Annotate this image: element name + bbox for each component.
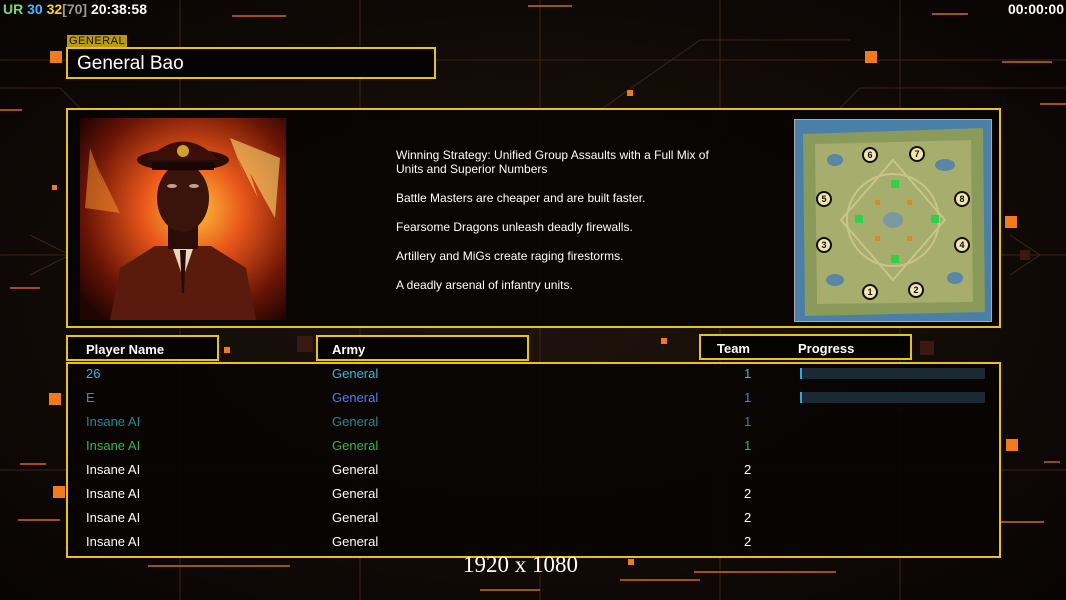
player-row: Insane AI General 2 <box>68 508 999 532</box>
player-army: General <box>332 462 379 477</box>
player-row: Insane AI General 1 <box>68 412 999 436</box>
player-army: General <box>332 486 379 501</box>
progress-fill <box>800 368 802 379</box>
start-label-8: 8 <box>959 194 964 204</box>
strategy-line: Fearsome Dragons unleash deadly firewall… <box>396 220 633 234</box>
hud-stat-30: 30 <box>23 1 43 17</box>
map-preview: 1 2 3 4 5 6 7 8 <box>794 119 992 322</box>
player-row: Insane AI General 1 <box>68 436 999 460</box>
start-label-4: 4 <box>959 240 964 250</box>
player-name: Insane AI <box>86 510 141 525</box>
start-label-2: 2 <box>913 285 918 295</box>
player-team: 1 <box>744 438 752 453</box>
header-player-name: Player Name <box>66 335 219 361</box>
general-info-panel: Winning Strategy: Unified Group Assaults… <box>66 108 1001 328</box>
hud-stat-70: [70] <box>62 1 88 17</box>
player-name: Insane AI <box>86 462 141 477</box>
hud-stats: UR 30 32[70] 20:38:58 <box>3 1 147 17</box>
start-label-1: 1 <box>867 287 872 297</box>
player-army: General <box>332 390 379 405</box>
resolution-label: 1920 x 1080 <box>463 552 578 577</box>
player-army: General <box>332 414 379 429</box>
progress-bar <box>800 392 985 403</box>
start-label-3: 3 <box>821 240 826 250</box>
progress-fill <box>800 392 802 403</box>
hud-stat-32: 32 <box>42 1 63 17</box>
header-progress-label: Progress <box>798 341 855 356</box>
header-player-name-label: Player Name <box>86 342 165 357</box>
strategy-line: Winning Strategy: Unified Group Assaults… <box>396 148 709 176</box>
strategy-line: Battle Masters are cheaper and are built… <box>396 191 646 205</box>
player-roster: 26 General 1 E General 1 Insane AI General 1 Insa… <box>66 362 1001 558</box>
player-row: 26 General 1 <box>68 364 999 388</box>
player-row: E General 1 <box>68 388 999 412</box>
strategy-description: Winning Strategy: Unified Group Assaults… <box>396 148 716 307</box>
strategy-line: A deadly arsenal of infantry units. <box>396 278 573 292</box>
progress-bar <box>800 368 985 379</box>
player-team: 2 <box>744 510 752 525</box>
header-team-label: Team <box>717 341 750 356</box>
player-row: Insane AI General 2 <box>68 484 999 508</box>
general-portrait <box>80 118 286 320</box>
player-team: 1 <box>744 390 752 405</box>
player-name: 26 <box>86 366 101 381</box>
player-team: 1 <box>744 366 752 381</box>
header-team-progress: Team Progress <box>699 334 912 360</box>
player-name: Insane AI <box>86 414 141 429</box>
player-army: General <box>332 534 379 549</box>
player-name: Insane AI <box>86 486 141 501</box>
player-team: 2 <box>744 486 752 501</box>
player-army: General <box>332 366 379 381</box>
start-label-6: 6 <box>867 150 872 160</box>
header-army: Army <box>316 335 529 361</box>
start-label-7: 7 <box>914 149 919 159</box>
general-name: General Bao <box>77 53 184 74</box>
player-team: 2 <box>744 534 752 549</box>
player-team: 2 <box>744 462 752 477</box>
player-army: General <box>332 438 379 453</box>
hud-stat-ur: UR <box>3 1 24 17</box>
player-name: Insane AI <box>86 534 141 549</box>
player-name: E <box>86 390 95 405</box>
header-army-label: Army <box>332 342 366 357</box>
player-name: Insane AI <box>86 438 141 453</box>
hud-timer: 00:00:00 <box>1007 1 1064 17</box>
general-name-box: General Bao <box>66 47 436 79</box>
start-label-5: 5 <box>821 194 826 204</box>
hud-clock: 20:38:58 <box>87 1 148 17</box>
player-team: 1 <box>744 414 752 429</box>
player-row: Insane AI General 2 <box>68 460 999 484</box>
strategy-line: Artillery and MiGs create raging firesto… <box>396 249 624 263</box>
general-tag: GENERAL <box>67 35 128 47</box>
player-army: General <box>332 510 379 525</box>
